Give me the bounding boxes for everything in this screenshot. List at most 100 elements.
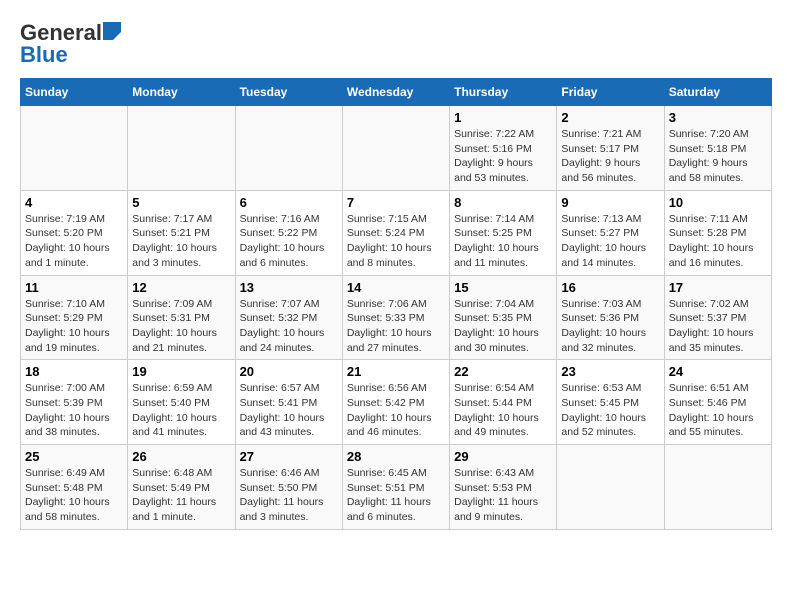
header-cell-wednesday: Wednesday [342, 79, 449, 106]
day-cell: 16 Sunrise: 7:03 AMSunset: 5:36 PMDayligh… [557, 275, 664, 360]
day-info: Sunrise: 6:48 AMSunset: 5:49 PMDaylight:… [132, 466, 230, 525]
week-row-2: 4 Sunrise: 7:19 AMSunset: 5:20 PMDaylight… [21, 190, 772, 275]
day-number: 5 [132, 195, 230, 210]
day-info: Sunrise: 6:56 AMSunset: 5:42 PMDaylight:… [347, 381, 445, 440]
day-cell: 7 Sunrise: 7:15 AMSunset: 5:24 PMDaylight… [342, 190, 449, 275]
calendar-body: 1 Sunrise: 7:22 AMSunset: 5:16 PMDaylight… [21, 106, 772, 530]
day-info: Sunrise: 6:49 AMSunset: 5:48 PMDaylight:… [25, 466, 123, 525]
day-number: 26 [132, 449, 230, 464]
day-cell: 13 Sunrise: 7:07 AMSunset: 5:32 PMDayligh… [235, 275, 342, 360]
day-number: 4 [25, 195, 123, 210]
day-number: 10 [669, 195, 767, 210]
page-header: General Blue [20, 20, 772, 68]
day-info: Sunrise: 7:14 AMSunset: 5:25 PMDaylight:… [454, 212, 552, 271]
day-number: 25 [25, 449, 123, 464]
day-number: 8 [454, 195, 552, 210]
header-cell-saturday: Saturday [664, 79, 771, 106]
day-info: Sunrise: 7:07 AMSunset: 5:32 PMDaylight:… [240, 297, 338, 356]
day-info: Sunrise: 6:53 AMSunset: 5:45 PMDaylight:… [561, 381, 659, 440]
week-row-3: 11 Sunrise: 7:10 AMSunset: 5:29 PMDayligh… [21, 275, 772, 360]
day-cell: 10 Sunrise: 7:11 AMSunset: 5:28 PMDayligh… [664, 190, 771, 275]
header-cell-sunday: Sunday [21, 79, 128, 106]
day-cell: 12 Sunrise: 7:09 AMSunset: 5:31 PMDayligh… [128, 275, 235, 360]
day-info: Sunrise: 6:51 AMSunset: 5:46 PMDaylight:… [669, 381, 767, 440]
day-cell: 15Sunrise: 7:04 AMSunset: 5:35 PMDayligh… [450, 275, 557, 360]
day-cell [342, 106, 449, 191]
day-cell: 24 Sunrise: 6:51 AMSunset: 5:46 PMDayligh… [664, 360, 771, 445]
logo-icon [103, 22, 121, 40]
calendar-header-row: SundayMondayTuesdayWednesdayThursdayFrid… [21, 79, 772, 106]
day-number: 11 [25, 280, 123, 295]
day-info: Sunrise: 7:17 AMSunset: 5:21 PMDaylight:… [132, 212, 230, 271]
day-number: 2 [561, 110, 659, 125]
day-number: 29 [454, 449, 552, 464]
day-cell: 25 Sunrise: 6:49 AMSunset: 5:48 PMDayligh… [21, 445, 128, 530]
day-cell [664, 445, 771, 530]
day-info: Sunrise: 6:46 AMSunset: 5:50 PMDaylight:… [240, 466, 338, 525]
day-cell [557, 445, 664, 530]
day-cell: 23Sunrise: 6:53 AMSunset: 5:45 PMDayligh… [557, 360, 664, 445]
day-number: 7 [347, 195, 445, 210]
day-cell: 3 Sunrise: 7:20 AMSunset: 5:18 PMDaylight… [664, 106, 771, 191]
day-info: Sunrise: 7:19 AMSunset: 5:20 PMDaylight:… [25, 212, 123, 271]
day-info: Sunrise: 7:06 AMSunset: 5:33 PMDaylight:… [347, 297, 445, 356]
day-cell: 5 Sunrise: 7:17 AMSunset: 5:21 PMDaylight… [128, 190, 235, 275]
day-number: 19 [132, 364, 230, 379]
day-number: 24 [669, 364, 767, 379]
day-info: Sunrise: 7:16 AMSunset: 5:22 PMDaylight:… [240, 212, 338, 271]
day-number: 13 [240, 280, 338, 295]
day-cell: 2 Sunrise: 7:21 AMSunset: 5:17 PMDaylight… [557, 106, 664, 191]
day-info: Sunrise: 7:02 AMSunset: 5:37 PMDaylight:… [669, 297, 767, 356]
day-cell: 28 Sunrise: 6:45 AMSunset: 5:51 PMDayligh… [342, 445, 449, 530]
logo: General Blue [20, 20, 121, 68]
header-cell-monday: Monday [128, 79, 235, 106]
day-info: Sunrise: 7:09 AMSunset: 5:31 PMDaylight:… [132, 297, 230, 356]
day-cell: 22 Sunrise: 6:54 AMSunset: 5:44 PMDayligh… [450, 360, 557, 445]
logo-text-blue: Blue [20, 42, 68, 68]
day-cell: 9 Sunrise: 7:13 AMSunset: 5:27 PMDaylight… [557, 190, 664, 275]
day-number: 14 [347, 280, 445, 295]
day-number: 12 [132, 280, 230, 295]
day-info: Sunrise: 6:54 AMSunset: 5:44 PMDaylight:… [454, 381, 552, 440]
day-info: Sunrise: 7:22 AMSunset: 5:16 PMDaylight:… [454, 127, 552, 186]
day-number: 9 [561, 195, 659, 210]
day-info: Sunrise: 7:10 AMSunset: 5:29 PMDaylight:… [25, 297, 123, 356]
day-cell: 1 Sunrise: 7:22 AMSunset: 5:16 PMDaylight… [450, 106, 557, 191]
day-info: Sunrise: 7:13 AMSunset: 5:27 PMDaylight:… [561, 212, 659, 271]
day-info: Sunrise: 6:43 AMSunset: 5:53 PMDaylight:… [454, 466, 552, 525]
day-cell: 27Sunrise: 6:46 AMSunset: 5:50 PMDayligh… [235, 445, 342, 530]
day-number: 18 [25, 364, 123, 379]
day-info: Sunrise: 7:03 AMSunset: 5:36 PMDaylight:… [561, 297, 659, 356]
day-number: 21 [347, 364, 445, 379]
day-info: Sunrise: 7:20 AMSunset: 5:18 PMDaylight:… [669, 127, 767, 186]
header-cell-friday: Friday [557, 79, 664, 106]
day-number: 20 [240, 364, 338, 379]
day-info: Sunrise: 6:57 AMSunset: 5:41 PMDaylight:… [240, 381, 338, 440]
day-cell: 11 Sunrise: 7:10 AMSunset: 5:29 PMDayligh… [21, 275, 128, 360]
day-info: Sunrise: 7:15 AMSunset: 5:24 PMDaylight:… [347, 212, 445, 271]
day-number: 28 [347, 449, 445, 464]
day-cell: 21 Sunrise: 6:56 AMSunset: 5:42 PMDayligh… [342, 360, 449, 445]
day-cell: 8 Sunrise: 7:14 AMSunset: 5:25 PMDaylight… [450, 190, 557, 275]
day-info: Sunrise: 7:21 AMSunset: 5:17 PMDaylight:… [561, 127, 659, 186]
day-cell: 6Sunrise: 7:16 AMSunset: 5:22 PMDaylight… [235, 190, 342, 275]
day-cell [21, 106, 128, 191]
week-row-4: 18Sunrise: 7:00 AMSunset: 5:39 PMDayligh… [21, 360, 772, 445]
day-number: 3 [669, 110, 767, 125]
day-cell: 14 Sunrise: 7:06 AMSunset: 5:33 PMDayligh… [342, 275, 449, 360]
day-number: 22 [454, 364, 552, 379]
day-cell [235, 106, 342, 191]
day-info: Sunrise: 6:59 AMSunset: 5:40 PMDaylight:… [132, 381, 230, 440]
calendar-table: SundayMondayTuesdayWednesdayThursdayFrid… [20, 78, 772, 530]
day-cell: 19 Sunrise: 6:59 AMSunset: 5:40 PMDayligh… [128, 360, 235, 445]
day-cell: 17Sunrise: 7:02 AMSunset: 5:37 PMDayligh… [664, 275, 771, 360]
day-cell: 26 Sunrise: 6:48 AMSunset: 5:49 PMDayligh… [128, 445, 235, 530]
day-cell: 4 Sunrise: 7:19 AMSunset: 5:20 PMDaylight… [21, 190, 128, 275]
day-number: 16 [561, 280, 659, 295]
day-cell: 29 Sunrise: 6:43 AMSunset: 5:53 PMDayligh… [450, 445, 557, 530]
day-info: Sunrise: 6:45 AMSunset: 5:51 PMDaylight:… [347, 466, 445, 525]
day-number: 1 [454, 110, 552, 125]
day-info: Sunrise: 7:11 AMSunset: 5:28 PMDaylight:… [669, 212, 767, 271]
week-row-1: 1 Sunrise: 7:22 AMSunset: 5:16 PMDaylight… [21, 106, 772, 191]
day-cell: 18Sunrise: 7:00 AMSunset: 5:39 PMDayligh… [21, 360, 128, 445]
